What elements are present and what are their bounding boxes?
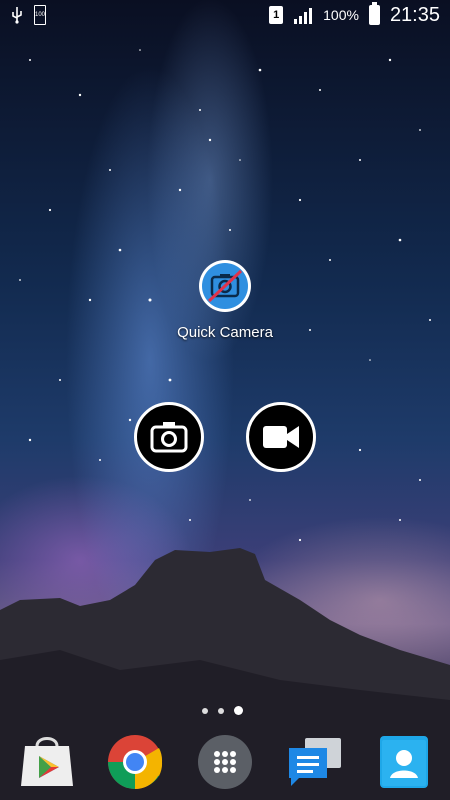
contacts-icon[interactable]: [374, 732, 434, 792]
app-drawer-icon[interactable]: [195, 732, 255, 792]
battery-icon: [368, 2, 380, 25]
wallpaper: [0, 0, 450, 800]
play-store-icon[interactable]: [17, 732, 77, 792]
page-dot-active: [234, 706, 243, 715]
page-dot: [202, 707, 208, 714]
chrome-icon[interactable]: [105, 732, 165, 792]
video-camera-icon: [263, 426, 299, 448]
photo-camera-button[interactable]: [134, 402, 204, 472]
usb-icon: [12, 7, 22, 24]
battery-percent: 100%: [323, 7, 359, 23]
quick-camera-icon[interactable]: [198, 259, 252, 313]
messages-icon[interactable]: [285, 732, 345, 792]
clock: 21:35: [389, 3, 440, 26]
battery-saver-icon: 100: [34, 5, 46, 25]
app-label[interactable]: Quick Camera: [160, 324, 290, 341]
video-camera-button[interactable]: [246, 402, 316, 472]
page-indicator: [202, 706, 243, 715]
dock: [0, 730, 450, 800]
photo-camera-icon: [150, 422, 188, 453]
signal-icon: [294, 8, 313, 24]
page-dot: [218, 707, 224, 714]
status-bar: 100 1 100% 21:35: [0, 0, 450, 30]
sim-icon: 1: [269, 6, 284, 24]
